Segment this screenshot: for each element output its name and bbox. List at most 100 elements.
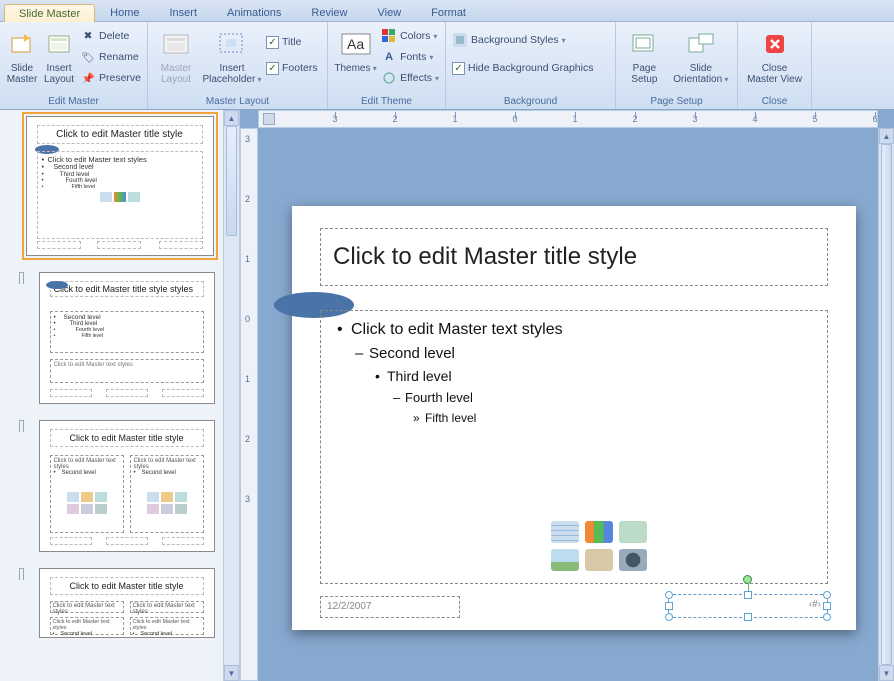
body-level-1: Click to edit Master text styles bbox=[335, 321, 813, 339]
insert-placeholder-icon bbox=[216, 28, 248, 60]
slide-master-icon bbox=[6, 28, 38, 60]
tab-home[interactable]: Home bbox=[95, 3, 154, 21]
scroll-up-button[interactable]: ▲ bbox=[879, 128, 894, 144]
resize-handle-se[interactable] bbox=[823, 613, 831, 621]
tab-format[interactable]: Format bbox=[416, 3, 481, 21]
background-styles-button[interactable]: Background Styles bbox=[452, 30, 609, 50]
slide-orientation-button[interactable]: Slide Orientation bbox=[671, 26, 731, 85]
fonts-button[interactable]: AFonts bbox=[381, 47, 439, 67]
check-icon: ✓ bbox=[452, 62, 465, 75]
thumb-title: Click to edit Master title style bbox=[50, 577, 204, 595]
thumb-title: Click to edit Master title style bbox=[50, 429, 204, 447]
insert-slide-master-button[interactable]: Slide Master bbox=[6, 26, 38, 85]
vertical-scrollbar[interactable]: ▲ ▼ bbox=[878, 128, 894, 681]
rename-button[interactable]: 🏷Rename bbox=[80, 47, 141, 67]
check-icon: ✓ bbox=[266, 36, 279, 49]
insert-clipart-icon[interactable] bbox=[585, 549, 613, 571]
workspace: Click to edit Master title style Click t… bbox=[0, 110, 894, 681]
scroll-down-button[interactable]: ▼ bbox=[224, 665, 239, 681]
resize-handle-w[interactable] bbox=[665, 602, 673, 610]
close-master-view-button[interactable]: Close Master View bbox=[744, 26, 805, 85]
thumbnail-master[interactable]: Click to edit Master title style Click t… bbox=[4, 116, 235, 256]
effects-button[interactable]: Effects bbox=[381, 68, 439, 88]
insert-picture-icon[interactable] bbox=[551, 549, 579, 571]
fonts-icon: A bbox=[381, 49, 397, 65]
thumbnail-layout-1[interactable]: Click to edit Master title style styles … bbox=[4, 272, 235, 404]
resize-handle-ne[interactable] bbox=[823, 591, 831, 599]
group-label-edit-master: Edit Master bbox=[6, 95, 141, 109]
footers-checkbox[interactable]: ✓Footers bbox=[266, 58, 318, 78]
scroll-up-button[interactable]: ▲ bbox=[224, 110, 239, 126]
delete-button[interactable]: ✖Delete bbox=[80, 26, 141, 46]
resize-handle-s[interactable] bbox=[744, 613, 752, 621]
date-placeholder-text: 12/2/2007 bbox=[327, 601, 372, 612]
ribbon: Slide Master Insert Layout ✖Delete 🏷Rena… bbox=[0, 22, 894, 110]
title-placeholder-text: Click to edit Master title style bbox=[333, 243, 637, 271]
scroll-thumb[interactable] bbox=[881, 144, 892, 665]
insert-media-icon[interactable] bbox=[619, 549, 647, 571]
svg-text:Aa: Aa bbox=[347, 36, 364, 52]
thumb-title: Click to edit Master title style styles bbox=[50, 281, 204, 297]
page-setup-icon bbox=[628, 28, 660, 60]
date-placeholder[interactable]: 12/2/2007 bbox=[320, 596, 460, 618]
body-placeholder[interactable]: Click to edit Master text styles Second … bbox=[320, 310, 828, 584]
preserve-button[interactable]: 📌Preserve bbox=[80, 68, 141, 88]
insert-placeholder-button[interactable]: Insert Placeholder bbox=[202, 26, 262, 85]
body-level-3: Third level bbox=[335, 368, 813, 384]
tab-review[interactable]: Review bbox=[296, 3, 362, 21]
thumb-tree-connector bbox=[19, 568, 24, 580]
resize-handle-nw[interactable] bbox=[665, 591, 673, 599]
tab-insert[interactable]: Insert bbox=[154, 3, 212, 21]
insert-layout-button[interactable]: Insert Layout bbox=[42, 26, 76, 85]
content-placeholder-icons[interactable] bbox=[551, 521, 647, 571]
thumb-ellipse-shape bbox=[46, 281, 68, 289]
thumb-caption: Click to edit Master text styles bbox=[50, 359, 204, 383]
themes-icon: Aa bbox=[340, 28, 372, 60]
thumb-tree-connector bbox=[19, 272, 24, 284]
slide-edit-area[interactable]: 3210123456 3210123 ▲ ▼ Click to edit Mas… bbox=[240, 110, 894, 681]
scroll-thumb[interactable] bbox=[226, 126, 237, 236]
group-master-layout: Master Layout Insert Placeholder ✓Title … bbox=[148, 22, 328, 109]
tab-strip: Slide Master Home Insert Animations Revi… bbox=[0, 0, 894, 22]
thumbnail-pane[interactable]: Click to edit Master title style Click t… bbox=[0, 110, 240, 681]
close-icon bbox=[759, 28, 791, 60]
tab-animations[interactable]: Animations bbox=[212, 3, 296, 21]
group-label-page-setup: Page Setup bbox=[622, 95, 731, 109]
thumb-tree-connector bbox=[19, 420, 24, 432]
slide-canvas[interactable]: Click to edit Master title style Click t… bbox=[292, 206, 856, 630]
title-placeholder[interactable]: Click to edit Master title style bbox=[320, 228, 828, 286]
body-level-4: Fourth level bbox=[335, 390, 813, 405]
resize-handle-n[interactable] bbox=[744, 591, 752, 599]
slide-number-placeholder[interactable]: ‹#› bbox=[668, 594, 828, 618]
group-edit-master: Slide Master Insert Layout ✖Delete 🏷Rena… bbox=[0, 22, 148, 109]
body-level-2: Second level bbox=[335, 345, 813, 362]
vertical-ruler[interactable]: 3210123 bbox=[240, 128, 258, 681]
themes-button[interactable]: Aa Themes bbox=[334, 26, 377, 74]
background-styles-icon bbox=[452, 32, 468, 48]
tab-view[interactable]: View bbox=[363, 3, 417, 21]
insert-chart-icon[interactable] bbox=[585, 521, 613, 543]
ruler-indent-marker[interactable] bbox=[263, 113, 275, 125]
page-setup-button[interactable]: Page Setup bbox=[622, 26, 667, 85]
horizontal-ruler[interactable]: 3210123456 bbox=[258, 110, 878, 128]
resize-handle-e[interactable] bbox=[823, 602, 831, 610]
group-label-edit-theme: Edit Theme bbox=[334, 95, 439, 109]
orientation-icon bbox=[685, 28, 717, 60]
resize-handle-sw[interactable] bbox=[665, 613, 673, 621]
colors-button[interactable]: Colors bbox=[381, 26, 439, 46]
thumb-content-icons bbox=[42, 192, 198, 202]
thumbnail-layout-3[interactable]: Click to edit Master title style Click t… bbox=[4, 568, 235, 638]
title-checkbox[interactable]: ✓Title bbox=[266, 32, 318, 52]
insert-table-icon[interactable] bbox=[551, 521, 579, 543]
effects-icon bbox=[381, 70, 397, 86]
thumbnail-scrollbar[interactable]: ▲ ▼ bbox=[223, 110, 239, 681]
thumbnail-layout-2[interactable]: Click to edit Master title style Click t… bbox=[4, 420, 235, 552]
insert-layout-icon bbox=[43, 28, 75, 60]
delete-icon: ✖ bbox=[80, 28, 96, 44]
group-edit-theme: Aa Themes Colors AFonts Effects Edit The… bbox=[328, 22, 446, 109]
tab-slide-master[interactable]: Slide Master bbox=[4, 4, 95, 22]
hide-background-checkbox[interactable]: ✓Hide Background Graphics bbox=[452, 58, 609, 78]
scroll-down-button[interactable]: ▼ bbox=[879, 665, 894, 681]
insert-smartart-icon[interactable] bbox=[619, 521, 647, 543]
thumb-title: Click to edit Master title style bbox=[37, 125, 203, 144]
